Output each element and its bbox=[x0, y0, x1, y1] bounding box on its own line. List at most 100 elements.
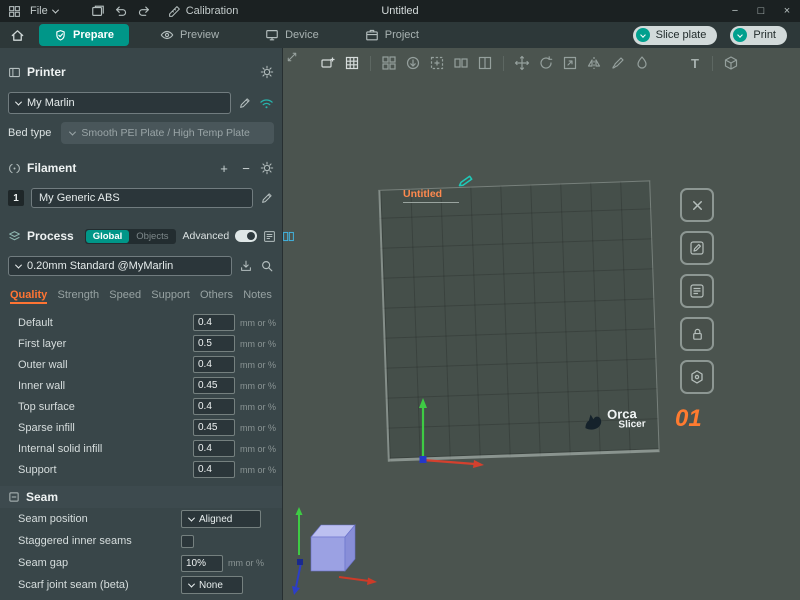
setting-label: Staggered inner seams bbox=[18, 535, 181, 547]
seam-position-select[interactable]: Aligned bbox=[181, 510, 261, 528]
chevron-down-icon bbox=[640, 32, 646, 38]
move-icon[interactable] bbox=[513, 54, 531, 72]
edit-printer-icon[interactable] bbox=[238, 96, 252, 110]
text-tool-icon[interactable]: T bbox=[687, 56, 703, 71]
mirror-icon[interactable] bbox=[585, 54, 603, 72]
setting-row: Top surface 0.4 mm or % bbox=[0, 396, 282, 417]
close-button[interactable]: × bbox=[774, 0, 800, 22]
plate-name-text[interactable]: Untitled bbox=[403, 188, 459, 203]
split-objects-icon[interactable] bbox=[452, 54, 470, 72]
setting-input[interactable]: 0.4 bbox=[193, 398, 235, 415]
process-tab-speed[interactable]: Speed bbox=[109, 289, 141, 304]
setting-input[interactable]: 0.4 bbox=[193, 461, 235, 478]
staggered-seams-checkbox[interactable] bbox=[181, 535, 194, 548]
advanced-toggle[interactable] bbox=[235, 230, 257, 242]
tab-device[interactable]: Device bbox=[250, 24, 334, 46]
lock-plate-button[interactable] bbox=[680, 317, 714, 351]
add-plate-icon[interactable] bbox=[319, 54, 337, 72]
edit-plate-icon bbox=[689, 240, 705, 256]
assembly-view-icon[interactable] bbox=[722, 54, 740, 72]
compare-presets-icon[interactable] bbox=[282, 230, 295, 243]
arrange-icon[interactable] bbox=[380, 54, 398, 72]
plate-name[interactable]: Untitled bbox=[403, 184, 459, 203]
setting-row: First layer 0.5 mm or % bbox=[0, 333, 282, 354]
plate-grid-icon[interactable] bbox=[343, 54, 361, 72]
scarf-seam-select[interactable]: None bbox=[181, 576, 243, 594]
slice-plate-button[interactable]: Slice plate bbox=[633, 26, 718, 45]
edit-filament-icon[interactable] bbox=[260, 191, 274, 205]
process-tab-strength[interactable]: Strength bbox=[57, 289, 99, 304]
process-tab-notes[interactable]: Notes bbox=[243, 289, 272, 304]
process-tab-quality[interactable]: Quality bbox=[10, 289, 47, 304]
search-icon[interactable] bbox=[260, 259, 274, 273]
scope-objects-button[interactable]: Objects bbox=[129, 230, 175, 243]
print-options-dropdown[interactable] bbox=[733, 28, 747, 42]
collapse-section-icon[interactable] bbox=[8, 491, 20, 503]
rotate-icon[interactable] bbox=[537, 54, 555, 72]
filament-select[interactable]: My Generic ABS bbox=[31, 188, 253, 208]
slice-options-dropdown[interactable] bbox=[636, 28, 650, 42]
seam-paint-icon[interactable] bbox=[633, 54, 651, 72]
settings-list: Default 0.4 mm or % First layer 0.5 mm o… bbox=[0, 312, 282, 596]
file-menu[interactable]: File bbox=[30, 5, 58, 17]
process-preset-select[interactable]: 0.20mm Standard @MyMarlin bbox=[8, 256, 232, 276]
print-button[interactable]: Print bbox=[730, 26, 787, 45]
printer-settings-gear-icon[interactable] bbox=[260, 65, 274, 79]
close-icon bbox=[690, 198, 705, 213]
setting-input[interactable]: 0.45 bbox=[193, 377, 235, 394]
setting-input[interactable]: 0.4 bbox=[193, 440, 235, 457]
setting-unit: mm or % bbox=[240, 360, 276, 370]
process-tab-support[interactable]: Support bbox=[151, 289, 190, 304]
lock-icon bbox=[690, 327, 705, 342]
maximize-button[interactable]: □ bbox=[748, 0, 774, 22]
printer-select[interactable]: My Marlin bbox=[8, 92, 231, 114]
seam-gap-input[interactable]: 10% bbox=[181, 555, 223, 572]
setting-input[interactable]: 0.5 bbox=[193, 335, 235, 352]
expand-panel-icon[interactable] bbox=[286, 51, 298, 63]
calibration-menu[interactable]: Calibration bbox=[168, 5, 239, 18]
tab-prepare[interactable]: Prepare bbox=[39, 24, 129, 46]
setting-label: Support bbox=[18, 464, 193, 476]
edit-plate-name-icon[interactable] bbox=[457, 172, 475, 190]
seam-section-header: Seam bbox=[0, 486, 282, 508]
auto-orient-icon[interactable] bbox=[404, 54, 422, 72]
plate-settings-button[interactable] bbox=[680, 360, 714, 394]
setting-input[interactable]: 0.4 bbox=[193, 356, 235, 373]
add-filament-button[interactable]: + bbox=[216, 161, 232, 176]
setting-row: Inner wall 0.45 mm or % bbox=[0, 375, 282, 396]
process-tab-others[interactable]: Others bbox=[200, 289, 233, 304]
scale-icon[interactable] bbox=[561, 54, 579, 72]
printer-section-header: Printer bbox=[0, 60, 282, 84]
home-button[interactable] bbox=[10, 28, 25, 43]
tab-project[interactable]: Project bbox=[350, 24, 434, 46]
save-preset-icon[interactable] bbox=[239, 259, 253, 273]
filament-section-title: Filament bbox=[27, 161, 76, 175]
orca-whale-icon bbox=[581, 409, 604, 432]
setting-input[interactable]: 0.45 bbox=[193, 419, 235, 436]
viewport-3d[interactable]: T Orca Slicer Untitled 01 bbox=[283, 48, 800, 600]
redo-icon[interactable] bbox=[137, 4, 151, 18]
process-list-icon[interactable] bbox=[263, 230, 276, 243]
delete-plate-button[interactable] bbox=[680, 188, 714, 222]
edit-plate-button[interactable] bbox=[680, 231, 714, 265]
collapse-sidebar-icon[interactable] bbox=[8, 66, 21, 79]
wifi-icon[interactable] bbox=[259, 97, 274, 110]
bed-type-select[interactable]: Smooth PEI Plate / High Temp Plate bbox=[61, 122, 274, 144]
fill-bed-icon[interactable] bbox=[428, 54, 446, 72]
tab-preview[interactable]: Preview bbox=[145, 24, 234, 46]
images-icon[interactable] bbox=[91, 4, 105, 18]
undo-icon[interactable] bbox=[114, 4, 128, 18]
remove-filament-button[interactable]: − bbox=[238, 161, 254, 176]
filament-settings-gear-icon[interactable] bbox=[260, 161, 274, 175]
arrange-plate-button[interactable] bbox=[680, 274, 714, 308]
app-menu-icon[interactable] bbox=[8, 5, 21, 18]
scope-global-button[interactable]: Global bbox=[86, 230, 130, 243]
object-thumbnail[interactable] bbox=[289, 503, 384, 598]
minimize-button[interactable]: − bbox=[722, 0, 748, 22]
support-paint-icon[interactable] bbox=[609, 54, 627, 72]
setting-label: Outer wall bbox=[18, 359, 193, 371]
axes-gizmo bbox=[409, 394, 493, 476]
project-icon bbox=[365, 28, 379, 42]
setting-input[interactable]: 0.4 bbox=[193, 314, 235, 331]
split-parts-icon[interactable] bbox=[476, 54, 494, 72]
